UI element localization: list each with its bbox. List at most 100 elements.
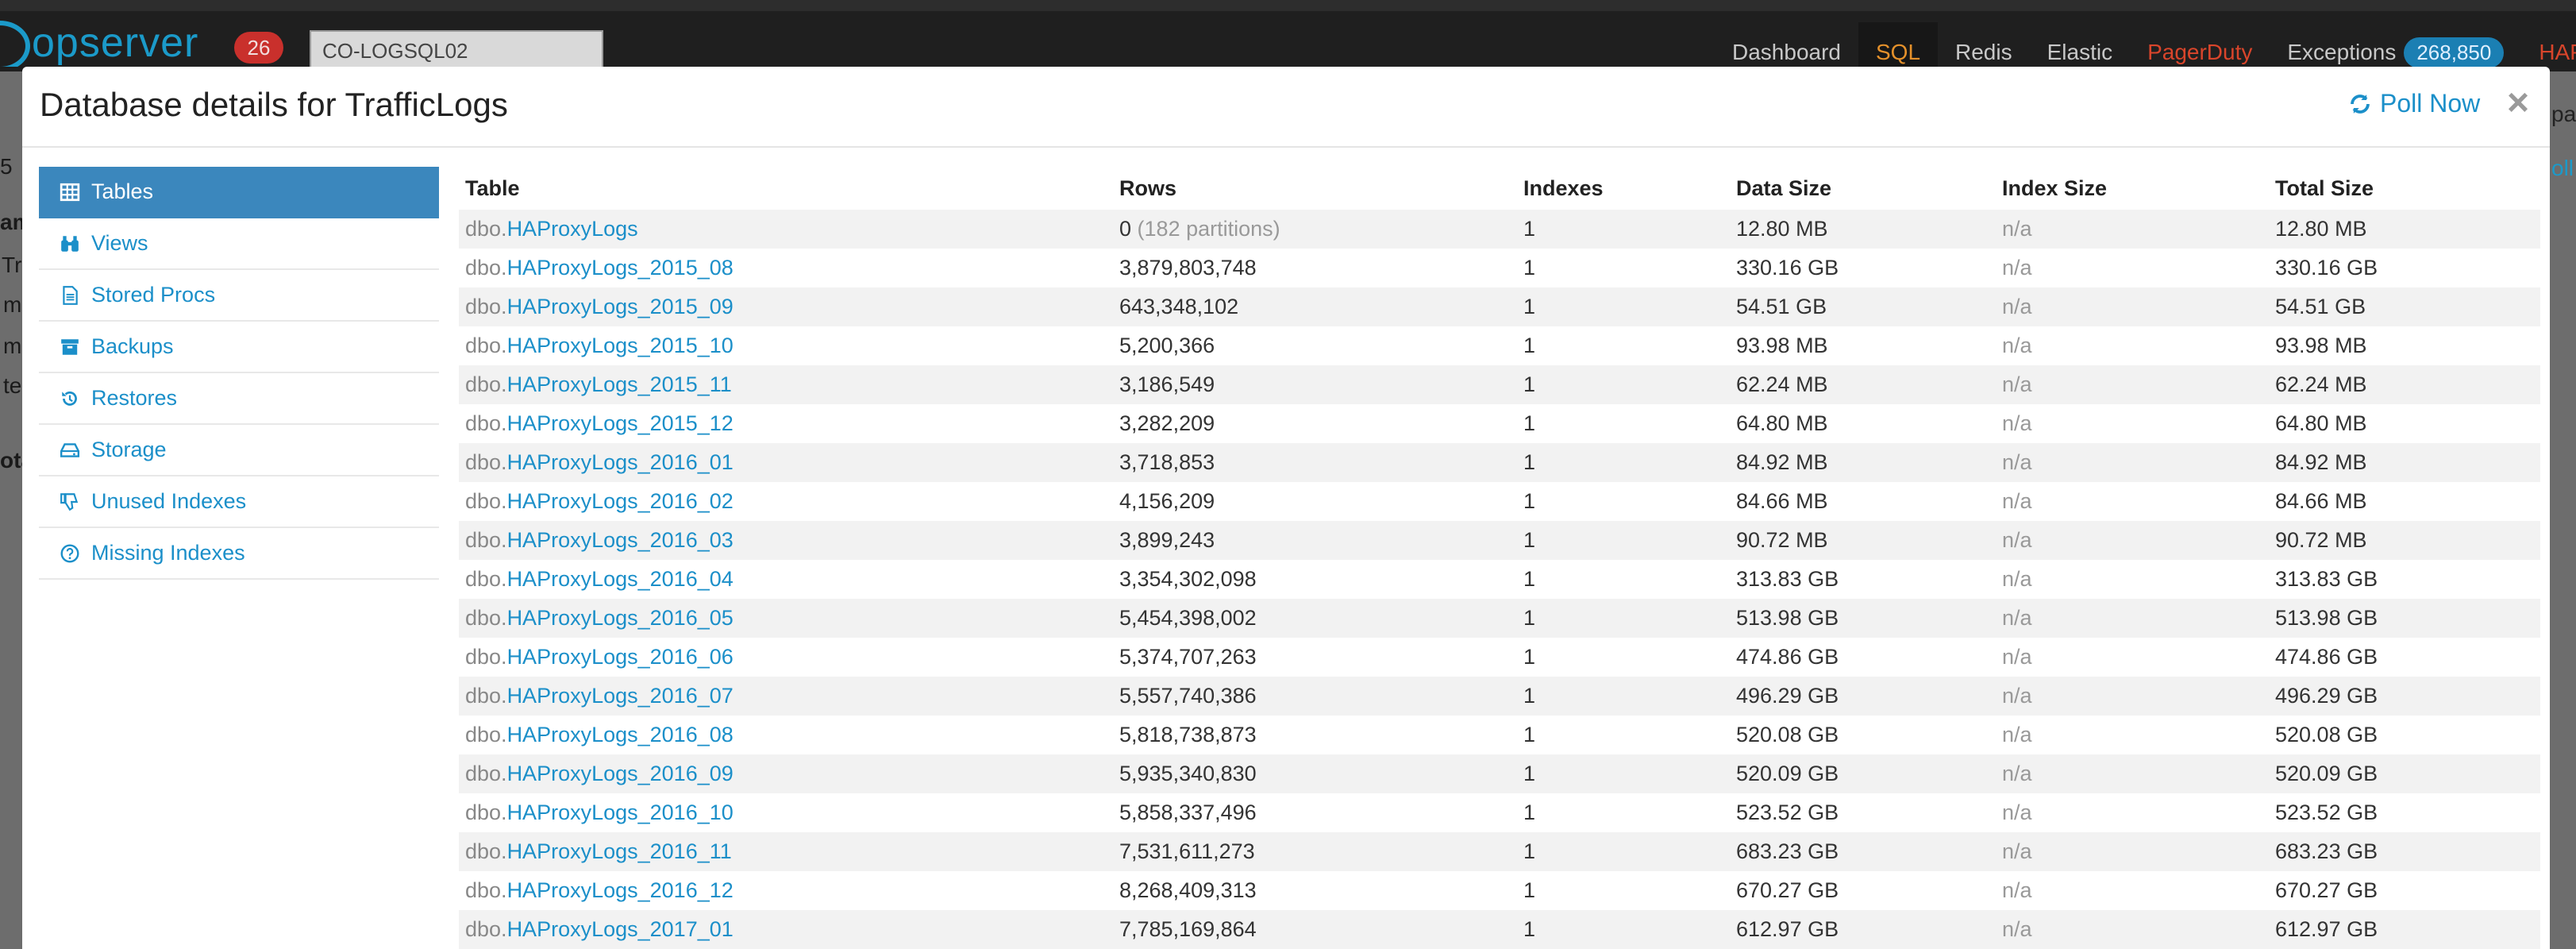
rows-value: 5,200,366 — [1119, 334, 1215, 357]
sidebar-item-storage[interactable]: Storage — [39, 425, 439, 476]
sidebar-item-missing-indexes[interactable]: Missing Indexes — [39, 528, 439, 580]
table-name-link[interactable]: HAProxyLogs_2016_08 — [507, 723, 734, 746]
table-name-link[interactable]: HAProxyLogs_2016_09 — [507, 762, 734, 785]
table-icon — [60, 183, 80, 201]
close-icon[interactable]: × — [2507, 81, 2529, 125]
table-name-link[interactable]: HAProxyLogs_2015_09 — [507, 295, 734, 318]
table-name-link[interactable]: HAProxyLogs_2016_03 — [507, 528, 734, 552]
data-size-cell: 330.16 GB — [1730, 249, 1996, 287]
index-size-cell: n/a — [1996, 404, 2269, 443]
rows-value: 5,557,740,386 — [1119, 684, 1257, 708]
poll-now-button[interactable]: Poll Now — [2348, 89, 2480, 118]
index-size-cell: n/a — [1996, 832, 2269, 871]
table-name-cell: dbo.HAProxyLogs_2015_08 — [459, 249, 1113, 287]
table-name-cell: dbo.HAProxyLogs_2016_11 — [459, 832, 1113, 871]
hdd-icon — [60, 442, 80, 457]
table-name-cell: dbo.HAProxyLogs_2016_05 — [459, 599, 1113, 638]
total-size-cell: 84.92 MB — [2269, 443, 2540, 482]
table-row: dbo.HAProxyLogs_2016_03 3,899,243 1 90.72 M… — [459, 521, 2540, 560]
table-name-link[interactable]: HAProxyLogs_2015_10 — [507, 334, 734, 357]
table-name-link[interactable]: HAProxyLogs_2015_11 — [507, 372, 732, 396]
rows-value: 4,156,209 — [1119, 489, 1215, 513]
sidebar-item-label: Views — [91, 231, 148, 255]
nav-item-label: SQL — [1875, 40, 1921, 64]
nav-item-label: Redis — [1955, 40, 2012, 64]
table-row: dbo.HAProxyLogs 0 (182 partitions) 1 12.80 … — [459, 210, 2540, 249]
total-size-cell: 496.29 GB — [2269, 677, 2540, 716]
column-header-data-size[interactable]: Data Size — [1730, 167, 1996, 210]
table-name-cell: dbo.HAProxyLogs_2016_02 — [459, 482, 1113, 521]
sidebar-item-label: Storage — [91, 438, 167, 461]
table-name-link[interactable]: HAProxyLogs_2017_01 — [507, 917, 734, 941]
sidebar-item-views[interactable]: Views — [39, 218, 439, 270]
table-name-link[interactable]: HAProxyLogs_2016_04 — [507, 567, 734, 591]
table-name-link[interactable]: HAProxyLogs_2015_12 — [507, 411, 734, 435]
table-name-link[interactable]: HAProxyLogs_2016_10 — [507, 800, 734, 824]
table-row: dbo.HAProxyLogs_2016_04 3,354,302,098 1 313… — [459, 560, 2540, 599]
sidebar-item-backups[interactable]: Backups — [39, 322, 439, 373]
rows-cell: 5,935,340,830 — [1113, 754, 1517, 793]
rows-value: 5,374,707,263 — [1119, 645, 1257, 669]
column-header-total-size[interactable]: Total Size — [2269, 167, 2540, 210]
schema-prefix: dbo. — [465, 411, 507, 435]
table-name-link[interactable]: HAProxyLogs_2016_07 — [507, 684, 734, 708]
total-size-cell: 84.66 MB — [2269, 482, 2540, 521]
rows-cell: 3,186,549 — [1113, 365, 1517, 404]
server-search-input[interactable] — [310, 30, 603, 71]
index-size-cell: n/a — [1996, 287, 2269, 326]
background-page-left — [0, 71, 22, 949]
table-row: dbo.HAProxyLogs_2015_12 3,282,209 1 64.80 M… — [459, 404, 2540, 443]
sidebar-item-unused-indexes[interactable]: Unused Indexes — [39, 476, 439, 528]
total-size-cell: 64.80 MB — [2269, 404, 2540, 443]
background-fragment: pa — [2551, 102, 2576, 126]
brand-logo[interactable]: opserver — [0, 19, 198, 67]
nav-item-label: PagerDuty — [2147, 40, 2253, 64]
nav-item-label: HAP — [2539, 40, 2576, 64]
table-name-link[interactable]: HAProxyLogs — [507, 217, 638, 241]
data-size-cell: 64.80 MB — [1730, 404, 1996, 443]
table-name-link[interactable]: HAProxyLogs_2015_08 — [507, 256, 734, 280]
schema-prefix: dbo. — [465, 567, 507, 591]
refresh-icon — [2351, 94, 2370, 114]
index-size-cell: n/a — [1996, 871, 2269, 910]
rows-value: 8,268,409,313 — [1119, 878, 1257, 902]
column-header-table[interactable]: Table — [459, 167, 1113, 210]
sidebar-item-tables[interactable]: Tables — [39, 167, 439, 218]
rows-value: 3,718,853 — [1119, 450, 1215, 474]
table-name-cell: dbo.HAProxyLogs_2016_10 — [459, 793, 1113, 832]
rows-value: 5,454,398,002 — [1119, 606, 1257, 630]
rows-cell: 5,557,740,386 — [1113, 677, 1517, 716]
indexes-cell: 1 — [1517, 249, 1730, 287]
sidebar-item-label: Backups — [91, 334, 174, 358]
index-size-cell: n/a — [1996, 249, 2269, 287]
table-row: dbo.HAProxyLogs_2015_11 3,186,549 1 62.24 M… — [459, 365, 2540, 404]
rows-cell: 4,156,209 — [1113, 482, 1517, 521]
table-name-cell: dbo.HAProxyLogs_2016_09 — [459, 754, 1113, 793]
table-name-link[interactable]: HAProxyLogs_2016_06 — [507, 645, 734, 669]
table-row: dbo.HAProxyLogs_2016_01 3,718,853 1 84.92 M… — [459, 443, 2540, 482]
table-name-link[interactable]: HAProxyLogs_2016_01 — [507, 450, 734, 474]
table-name-link[interactable]: HAProxyLogs_2016_02 — [507, 489, 734, 513]
data-size-cell: 523.52 GB — [1730, 793, 1996, 832]
column-header-rows[interactable]: Rows — [1113, 167, 1517, 210]
background-fragment: Tr — [2, 253, 22, 277]
index-size-cell: n/a — [1996, 443, 2269, 482]
index-size-cell: n/a — [1996, 599, 2269, 638]
rows-value: 7,785,169,864 — [1119, 917, 1257, 941]
rows-cell: 643,348,102 — [1113, 287, 1517, 326]
table-name-link[interactable]: HAProxyLogs_2016_12 — [507, 878, 734, 902]
column-header-indexes[interactable]: Indexes — [1517, 167, 1730, 210]
table-row: dbo.HAProxyLogs_2016_12 8,268,409,313 1 670… — [459, 871, 2540, 910]
sidebar-item-stored-procs[interactable]: Stored Procs — [39, 270, 439, 322]
data-size-cell: 496.29 GB — [1730, 677, 1996, 716]
rows-value: 5,935,340,830 — [1119, 762, 1257, 785]
table-name-link[interactable]: HAProxyLogs_2016_05 — [507, 606, 734, 630]
schema-prefix: dbo. — [465, 878, 507, 902]
nav-item-label: Elastic — [2047, 40, 2113, 64]
sidebar-item-restores[interactable]: Restores — [39, 373, 439, 425]
column-header-index-size[interactable]: Index Size — [1996, 167, 2269, 210]
table-row: dbo.HAProxyLogs_2016_05 5,454,398,002 1 513… — [459, 599, 2540, 638]
background-fragment: m — [3, 292, 22, 317]
table-name-link[interactable]: HAProxyLogs_2016_11 — [507, 839, 732, 863]
issues-badge[interactable]: 26 — [234, 32, 283, 64]
